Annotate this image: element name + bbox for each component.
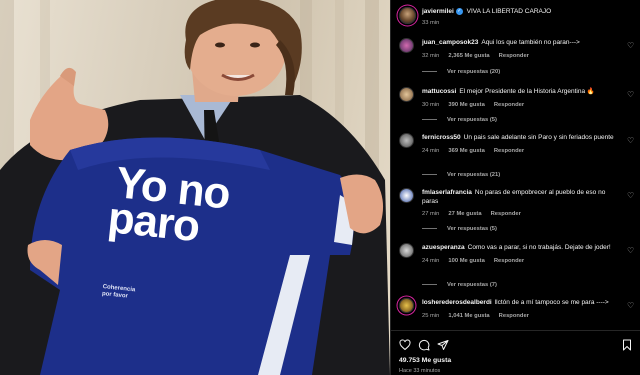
shirt-text-line2-value: paro [105, 193, 202, 252]
comment-time: 24 min [422, 147, 440, 154]
reply-button[interactable]: Responder [499, 313, 529, 319]
comment-time: 30 min [422, 101, 440, 108]
view-replies-button[interactable]: Ver respuestas (5) [422, 226, 497, 232]
view-replies-button[interactable]: Ver respuestas (21) [422, 172, 500, 178]
comment-meta: 30 min 390 Me gusta Responder [422, 101, 618, 110]
post-caption-row: javiermilei ✓ VIVA LA LIBERTAD CARAJO [422, 8, 551, 15]
comment-username[interactable]: losherederosdealberdi [422, 299, 492, 306]
view-replies-button[interactable]: Ver respuestas (7) [422, 282, 497, 288]
reply-button[interactable]: Responder [494, 258, 524, 264]
comment-avatar[interactable] [399, 298, 414, 313]
heart-icon[interactable] [399, 339, 411, 351]
comment-avatar[interactable] [399, 133, 414, 148]
post-like-count[interactable]: 49.753 Me gusta [399, 357, 451, 364]
comment-meta: 27 min 27 Me gusta Responder [422, 210, 618, 219]
view-replies-button[interactable]: Ver respuestas (5) [422, 117, 497, 123]
comment-text: Aqui los que también no paran---> [481, 39, 580, 46]
reply-button[interactable]: Responder [491, 211, 521, 217]
comment-text: El mejor Presidente de la Historia Argen… [459, 88, 595, 95]
comment-avatar[interactable] [399, 38, 414, 53]
comment-meta: 32 min 2,365 Me gusta Responder [422, 52, 618, 61]
heart-icon[interactable]: ♡ [627, 91, 635, 99]
comment-meta: 24 min 369 Me gusta Responder [422, 147, 618, 156]
comment-likes[interactable]: 27 Me gusta [448, 211, 481, 217]
comment-likes[interactable]: 2,365 Me gusta [448, 53, 489, 59]
comment-avatar[interactable] [399, 243, 414, 258]
comment-body: fernicross50 Un pais sale adelante sin Pa… [422, 134, 618, 155]
comments-pane: javiermilei ✓ VIVA LA LIBERTAD CARAJO 33 … [390, 0, 640, 375]
comment-username[interactable]: fmlaserlafrancia [422, 189, 472, 196]
heart-icon[interactable]: ♡ [627, 192, 635, 200]
post-photo[interactable]: Yo no paro Coherencia por favor [0, 0, 390, 375]
verified-icon: ✓ [455, 8, 463, 15]
comment-username[interactable]: fernicross50 [422, 134, 461, 141]
bookmark-icon[interactable] [621, 339, 633, 351]
comment-likes[interactable]: 100 Me gusta [448, 258, 484, 264]
author-avatar[interactable] [399, 7, 416, 24]
comment-body: juan_camposok23 Aqui los que también no p… [422, 39, 618, 60]
post-caption: VIVA LA LIBERTAD CARAJO [466, 8, 552, 16]
comment-time: 27 min [422, 211, 440, 217]
comment-likes[interactable]: 1,041 Me gusta [448, 313, 489, 319]
comment-time: 24 min [422, 257, 440, 264]
comment-likes[interactable]: 390 Me gusta [448, 102, 484, 108]
comment-icon[interactable] [418, 339, 430, 351]
comment-text: llctón de a mí tampoco se me para ----> [494, 299, 609, 306]
comment-text: Como vas a parar, si no trabajás. Dejate… [467, 244, 611, 251]
comment-username[interactable]: mattucossi [422, 88, 456, 95]
comment-body: losherederosdealberdi llctón de a mí tamp… [422, 299, 618, 320]
post-time: 33 min [422, 20, 440, 26]
comment-likes[interactable]: 369 Me gusta [448, 148, 484, 154]
post-timestamp: Hace 33 minutos [399, 368, 441, 374]
reply-button[interactable]: Responder [494, 148, 524, 154]
heart-icon[interactable]: ♡ [627, 302, 635, 310]
comment-meta: 24 min 100 Me gusta Responder [422, 257, 618, 266]
heart-icon[interactable]: ♡ [627, 137, 635, 145]
comment-text: Un pais sale adelante sin Paro y sin fer… [463, 134, 614, 141]
comment-body: mattucossi El mejor Presidente de la Hist… [422, 88, 618, 109]
post-header: javiermilei ✓ VIVA LA LIBERTAD CARAJO 33 … [391, 0, 640, 32]
comment-meta: 25 min 1,041 Me gusta Responder [422, 312, 618, 321]
comment-time: 25 min [422, 312, 440, 319]
shirt-text-line2: paro [106, 193, 202, 251]
author-username[interactable]: javiermilei [422, 8, 454, 15]
reply-button[interactable]: Responder [499, 53, 529, 59]
comment-body: fmlaserlafrancia No paras de empobrecer a… [422, 189, 618, 219]
post-action-bar: 49.753 Me gusta Hace 33 minutos [391, 330, 640, 375]
comment-username[interactable]: juan_camposok23 [422, 39, 478, 46]
heart-icon[interactable]: ♡ [627, 247, 635, 255]
heart-icon[interactable]: ♡ [627, 42, 635, 50]
comment-avatar[interactable] [399, 188, 414, 203]
comment-username[interactable]: azuesperanza [422, 244, 465, 251]
comment-body: azuesperanza Como vas a parar, si no trab… [422, 244, 618, 265]
reply-button[interactable]: Responder [494, 102, 524, 108]
share-icon[interactable] [437, 339, 449, 351]
comment-avatar[interactable] [399, 87, 414, 102]
comment-time: 32 min [422, 52, 440, 59]
view-replies-button[interactable]: Ver respuestas (20) [422, 69, 500, 75]
